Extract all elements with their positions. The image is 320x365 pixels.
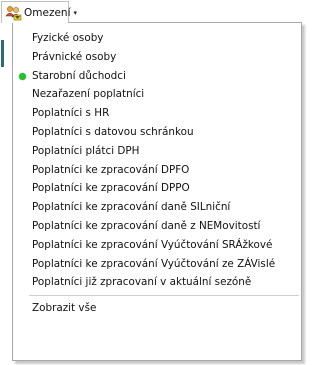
checked-dot-icon (19, 72, 26, 80)
menu-item[interactable]: Poplatníci ke zpracování DPPO (13, 179, 301, 198)
menu-item-label: Poplatníci ke zpracování daně z NEMovito… (32, 219, 261, 232)
menu-item[interactable]: Fyzické osoby (13, 29, 301, 48)
omezeni-dropdown-button[interactable]: Omezení ▾ (1, 1, 77, 23)
menu-item-label: Nezařazení poplatníci (32, 88, 145, 101)
menu-item[interactable]: Poplatníci ke zpracování DPFO (13, 161, 301, 180)
menu-item-label: Poplatníci s datovou schránkou (32, 125, 194, 138)
menu-item-label: Poplatníci ke zpracování daně SILniční (32, 201, 231, 214)
menu-item-label: Fyzické osoby (32, 32, 104, 44)
chevron-down-icon: ▾ (73, 8, 78, 17)
menu-item-zobrazit-vse[interactable]: Zobrazit vše (13, 299, 301, 318)
menu-item-label: Poplatníci ke zpracování Vyúčtování ze Z… (32, 257, 276, 270)
menu-item-label: Poplatníci s HR (32, 107, 110, 120)
menu-item[interactable]: Poplatníci plátci DPH (13, 142, 301, 161)
menu-item-label: Starobní důchodci (32, 69, 126, 82)
menu-item-label: Poplatníci již zpracovaní v aktuální sez… (32, 276, 252, 289)
menu-separator (29, 295, 299, 297)
menu-item[interactable]: Poplatníci ke zpracování Vyúčtování SRÁž… (13, 236, 301, 255)
menu-list: Fyzické osoby Právnické osoby Starobní důc… (13, 23, 301, 292)
menu-item-label: Zobrazit vše (32, 302, 97, 315)
menu-item[interactable]: Poplatníci ke zpracování daně SILniční (13, 198, 301, 217)
screen: Omezení ▾ Fyzické osoby Právnické osoby St… (0, 0, 306, 365)
users-filter-icon (5, 4, 22, 21)
omezeni-label: Omezení (24, 6, 71, 19)
menu-item[interactable]: Poplatníci ke zpracování Vyúčtování ze Z… (13, 255, 301, 274)
menu-item-label: Poplatníci ke zpracování DPPO (32, 182, 190, 195)
menu-item[interactable]: Poplatníci ke zpracování daně z NEMovito… (13, 217, 301, 236)
menu-item[interactable]: Právnické osoby (13, 48, 301, 67)
menu-item-label: Poplatníci plátci DPH (32, 144, 140, 157)
menu-item[interactable]: Poplatníci s HR (13, 104, 301, 123)
menu-item[interactable]: Poplatníci s datovou schránkou (13, 123, 301, 142)
menu-item-label: Poplatníci ke zpracování Vyúčtování SRÁž… (32, 238, 273, 251)
menu-item[interactable]: Starobní důchodci (13, 67, 301, 86)
menu-item[interactable]: Poplatníci již zpracovaní v aktuální sez… (13, 273, 301, 292)
menu-item-label: Poplatníci ke zpracování DPFO (32, 163, 190, 176)
background-panel-edge (1, 40, 4, 67)
menu-item-label: Právnické osoby (32, 50, 117, 63)
menu-item[interactable]: Nezařazení poplatníci (13, 85, 301, 104)
omezeni-dropdown-menu: Fyzické osoby Právnické osoby Starobní důc… (12, 22, 302, 361)
